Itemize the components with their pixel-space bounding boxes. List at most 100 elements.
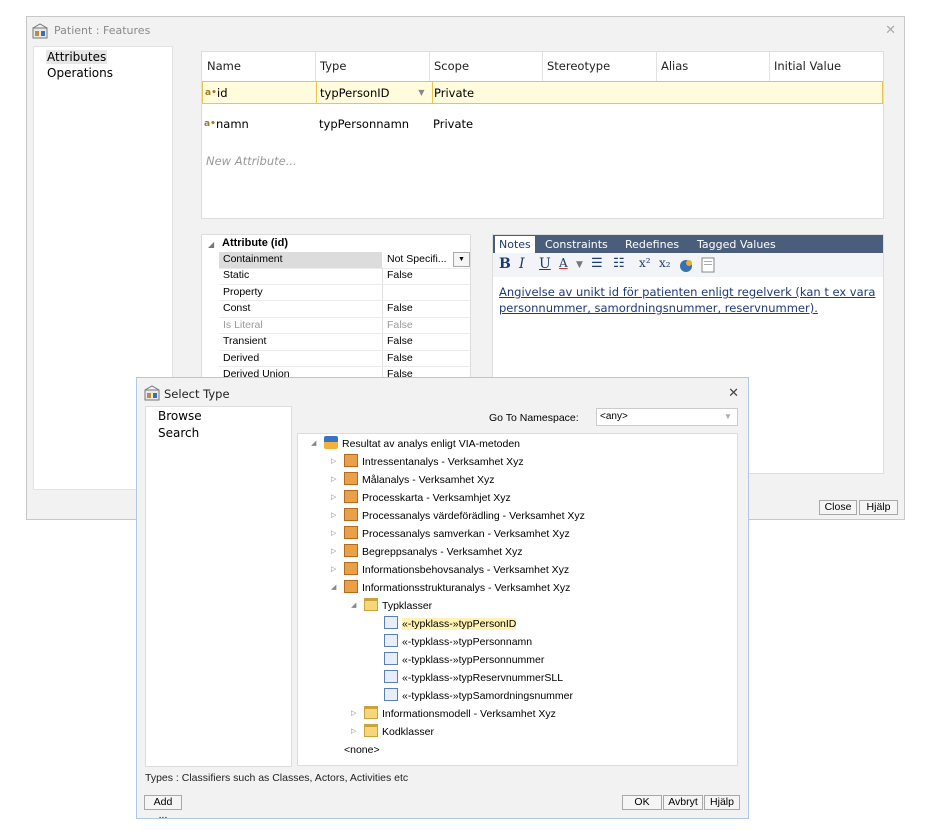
notes-text[interactable]: Angivelse av unikt id för patienten enli… bbox=[499, 284, 877, 316]
font-color-icon[interactable]: A bbox=[559, 256, 568, 270]
underline-icon[interactable]: U bbox=[539, 256, 551, 272]
tree-node[interactable]: ▷ Processanalys samverkan - Verksamhet Xy… bbox=[331, 525, 570, 543]
tree-node[interactable]: ▷ Informationsmodell - Verksamhet Xyz bbox=[351, 705, 556, 723]
nav-browse[interactable]: Browse bbox=[157, 409, 203, 423]
tree-node[interactable]: ◢ Typklasser bbox=[351, 597, 432, 615]
property-row[interactable]: Const False bbox=[219, 301, 470, 318]
collapsed-arrow-icon[interactable]: ▷ bbox=[351, 705, 356, 723]
tree-node[interactable]: ◢ Informationsstrukturanalys - Verksamhet… bbox=[331, 579, 570, 597]
type-tree: ◢ Resultat av analys enligt VIA-metoden ▷ I… bbox=[297, 433, 738, 766]
close-icon[interactable]: ✕ bbox=[728, 385, 739, 401]
tree-node[interactable]: <none> bbox=[344, 741, 380, 759]
tree-node[interactable]: ▷ Intressentanalys - Verksamhet Xyz bbox=[331, 453, 524, 471]
cancel-button[interactable]: Avbryt bbox=[663, 795, 703, 810]
dropdown-arrow-icon[interactable]: ▼ bbox=[719, 409, 737, 425]
attribute-type[interactable]: typPersonID bbox=[320, 82, 390, 104]
collapsed-arrow-icon[interactable]: ▷ bbox=[351, 723, 356, 741]
help-button[interactable]: Hjälp bbox=[704, 795, 740, 810]
tree-node[interactable]: «-typklass-»typSamordningsnummer bbox=[384, 687, 573, 705]
tree-node[interactable]: ▷ Kodklasser bbox=[351, 723, 434, 741]
close-icon[interactable]: ✕ bbox=[885, 23, 896, 38]
col-header-type[interactable]: Type bbox=[315, 52, 346, 81]
help-button[interactable]: Hjälp bbox=[859, 500, 898, 515]
attribute-row-namn[interactable]: a• namn typPersonnamn Private bbox=[202, 113, 883, 136]
tab-tagged-values[interactable]: Tagged Values bbox=[693, 236, 780, 253]
nav-search[interactable]: Search bbox=[157, 426, 200, 440]
collapsed-arrow-icon[interactable]: ▷ bbox=[331, 561, 336, 579]
property-key: Const bbox=[223, 302, 251, 314]
col-header-initial-value[interactable]: Initial Value bbox=[769, 52, 841, 81]
expanded-arrow-icon[interactable]: ◢ bbox=[351, 597, 356, 615]
font-color-dropdown-icon[interactable]: ▼ bbox=[576, 260, 583, 270]
col-header-stereotype[interactable]: Stereotype bbox=[542, 52, 610, 81]
col-header-alias[interactable]: Alias bbox=[656, 52, 688, 81]
collapsed-arrow-icon[interactable]: ▷ bbox=[331, 489, 336, 507]
nav-attributes[interactable]: Attributes bbox=[46, 50, 108, 64]
property-value[interactable]: Not Specifi... bbox=[387, 252, 447, 267]
dropdown-arrow-icon[interactable]: ▼ bbox=[453, 252, 470, 267]
spellcheck-icon[interactable] bbox=[678, 257, 694, 277]
property-row: Is Literal False bbox=[219, 317, 470, 334]
attribute-scope[interactable]: Private bbox=[434, 82, 474, 104]
attribute-name[interactable]: namn bbox=[216, 113, 249, 135]
nav-operations[interactable]: Operations bbox=[46, 66, 114, 80]
tree-node[interactable]: «-typklass-»typReservnummerSLL bbox=[384, 669, 563, 687]
tree-node[interactable]: ◢ Resultat av analys enligt VIA-metoden bbox=[311, 435, 520, 453]
subscript-icon[interactable]: x₂ bbox=[659, 256, 671, 270]
tab-constraints[interactable]: Constraints bbox=[541, 236, 612, 253]
tree-node[interactable]: «-typklass-»typPersonID bbox=[384, 615, 517, 633]
package-icon bbox=[324, 436, 338, 449]
tree-node-label: Målanalys - Verksamhet Xyz bbox=[362, 474, 495, 486]
tree-node[interactable]: «-typklass-»typPersonnummer bbox=[384, 651, 544, 669]
tree-node[interactable]: ▷ Processkarta - Verksamhjet Xyz bbox=[331, 489, 511, 507]
col-header-name[interactable]: Name bbox=[202, 52, 241, 81]
collapse-icon[interactable]: ◢ bbox=[208, 240, 214, 249]
attribute-name[interactable]: id bbox=[217, 82, 228, 104]
superscript-icon[interactable]: x² bbox=[639, 256, 651, 270]
new-attribute-placeholder[interactable]: New Attribute... bbox=[206, 154, 297, 168]
property-value[interactable]: False bbox=[387, 351, 413, 366]
tree-node[interactable]: «-typklass-»typPersonnamn bbox=[384, 633, 532, 651]
document-icon[interactable] bbox=[701, 257, 715, 277]
column-divider bbox=[382, 350, 383, 366]
property-value[interactable]: False bbox=[387, 334, 413, 349]
tree-node[interactable]: ▷ Målanalys - Verksamhet Xyz bbox=[331, 471, 495, 489]
collapsed-arrow-icon[interactable]: ▷ bbox=[331, 525, 336, 543]
type-dropdown-arrow-icon[interactable]: ▼ bbox=[411, 82, 432, 103]
tab-notes[interactable]: Notes bbox=[495, 236, 535, 253]
property-row[interactable]: Static False bbox=[219, 268, 470, 285]
attribute-scope[interactable]: Private bbox=[433, 113, 473, 135]
collapsed-arrow-icon[interactable]: ▷ bbox=[331, 471, 336, 489]
tree-node[interactable]: ▷ Processanalys värdeförädling - Verksamh… bbox=[331, 507, 585, 525]
tree-node[interactable]: ▷ Informationsbehovsanalys - Verksamhet X… bbox=[331, 561, 569, 579]
numbered-list-icon[interactable]: ☷ bbox=[613, 256, 625, 271]
attribute-type[interactable]: typPersonnamn bbox=[319, 113, 409, 135]
property-value[interactable]: False bbox=[387, 301, 413, 316]
ok-button[interactable]: OK bbox=[622, 795, 662, 810]
property-row[interactable]: Transient False bbox=[219, 334, 470, 351]
bullet-list-icon[interactable]: ☰ bbox=[591, 256, 603, 271]
select-type-dialog: Select Type ✕ Browse Search Go To Namesp… bbox=[136, 377, 749, 821]
folder-icon bbox=[364, 598, 378, 611]
properties-panel: ◢ Attribute (id) Containment Not Specifi… bbox=[201, 234, 471, 394]
property-value[interactable]: False bbox=[387, 268, 413, 283]
property-row[interactable]: Derived False bbox=[219, 350, 470, 367]
diagram-icon bbox=[344, 526, 358, 539]
bold-icon[interactable]: B bbox=[499, 256, 511, 272]
tab-redefines[interactable]: Redefines bbox=[621, 236, 683, 253]
property-row[interactable]: Property bbox=[219, 284, 470, 301]
namespace-select[interactable]: <any> ▼ bbox=[596, 408, 738, 426]
italic-icon[interactable]: I bbox=[519, 256, 525, 272]
expanded-arrow-icon[interactable]: ◢ bbox=[331, 579, 336, 597]
property-key: Property bbox=[223, 285, 263, 298]
expanded-arrow-icon[interactable]: ◢ bbox=[311, 435, 316, 453]
collapsed-arrow-icon[interactable]: ▷ bbox=[331, 543, 336, 561]
close-button[interactable]: Close bbox=[819, 500, 857, 515]
tree-node[interactable]: ▷ Begreppsanalys - Verksamhet Xyz bbox=[331, 543, 523, 561]
collapsed-arrow-icon[interactable]: ▷ bbox=[331, 453, 336, 471]
attribute-row-id[interactable]: a• id typPersonID ▼ Private bbox=[202, 81, 883, 104]
collapsed-arrow-icon[interactable]: ▷ bbox=[331, 507, 336, 525]
property-row[interactable]: Containment Not Specifi... ▼ bbox=[219, 252, 470, 269]
col-header-scope[interactable]: Scope bbox=[429, 52, 469, 81]
add-button[interactable]: Add ... bbox=[144, 795, 182, 821]
